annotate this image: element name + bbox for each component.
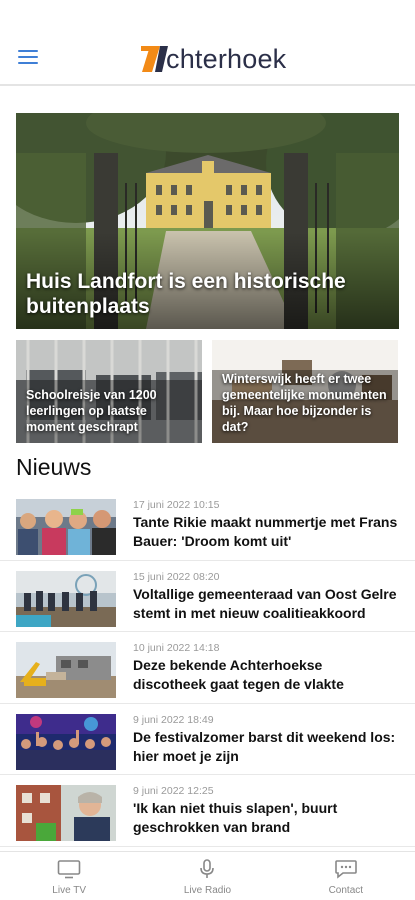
nav-label: Live TV (52, 885, 87, 896)
featured-article[interactable]: Huis Landfort is een historische buitenp… (16, 113, 399, 329)
news-title: 'Ik kan niet thuis slapen', buurt geschr… (133, 800, 338, 835)
news-date: 9 juni 2022 12:25 (133, 785, 214, 797)
news-title: Voltallige gemeenteraad van Oost Gelre s… (133, 585, 397, 621)
nav-live-tv[interactable]: Live TV (0, 852, 138, 900)
news-thumbnail (16, 713, 116, 770)
news-list-item[interactable]: 15 juni 2022 08:20 Voltallige gemeentera… (0, 561, 415, 632)
news-section-title: Nieuws (16, 454, 92, 480)
highlight-title: Winterswijk heeft er twee gemeentelijke … (222, 372, 387, 434)
news-date: 10 juni 2022 14:18 (133, 642, 220, 654)
news-title: De festivalzomer barst dit weekend los: … (133, 728, 396, 764)
featured-title: Huis Landfort is een historische buitenp… (26, 270, 346, 318)
news-thumbnail (16, 499, 116, 555)
tv-icon (57, 860, 81, 879)
nav-contact[interactable]: Contact (277, 852, 415, 900)
bottom-navigation: Live TV Live Radio Contact (0, 851, 415, 900)
news-date: 9 juni 2022 18:49 (133, 713, 214, 726)
news-title: Tante Rikie maakt nummertje met Frans Ba… (133, 514, 398, 549)
app-logo: chterhoek (138, 40, 286, 74)
logo-text: chterhoek (166, 44, 287, 74)
news-date: 15 juni 2022 08:20 (133, 570, 220, 583)
nav-live-radio[interactable]: Live Radio (138, 852, 276, 900)
news-date: 17 juni 2022 10:15 (133, 499, 220, 511)
news-thumbnail (16, 642, 116, 698)
news-list-item[interactable]: 17 juni 2022 10:15 Tante Rikie maakt num… (0, 489, 415, 561)
hamburger-menu-icon[interactable] (18, 50, 38, 66)
nav-label: Live Radio (183, 885, 232, 896)
chat-bubble-icon (335, 860, 357, 879)
app-header: chterhoek (0, 0, 415, 86)
logo-mark-icon (141, 46, 168, 72)
news-list: 17 juni 2022 10:15 Tante Rikie maakt num… (0, 489, 415, 847)
news-thumbnail (16, 570, 116, 627)
highlight-card[interactable]: Schoolreisje van 1200 leerlingen op laat… (16, 340, 202, 443)
news-title: Deze bekende Achterhoekse discotheek gaa… (133, 657, 344, 692)
news-list-item[interactable]: 9 juni 2022 12:25 'Ik kan niet thuis sla… (0, 775, 415, 847)
news-list-item[interactable]: 10 juni 2022 14:18 Deze bekende Achterho… (0, 632, 415, 704)
news-list-item[interactable]: 9 juni 2022 18:49 De festivalzomer barst… (0, 704, 415, 775)
highlight-card[interactable]: Winterswijk heeft er twee gemeentelijke … (212, 340, 398, 443)
news-thumbnail (16, 785, 116, 841)
microphone-icon (200, 859, 215, 878)
highlight-title: Schoolreisje van 1200 leerlingen op laat… (26, 388, 157, 434)
nav-label: Contact (328, 885, 364, 896)
